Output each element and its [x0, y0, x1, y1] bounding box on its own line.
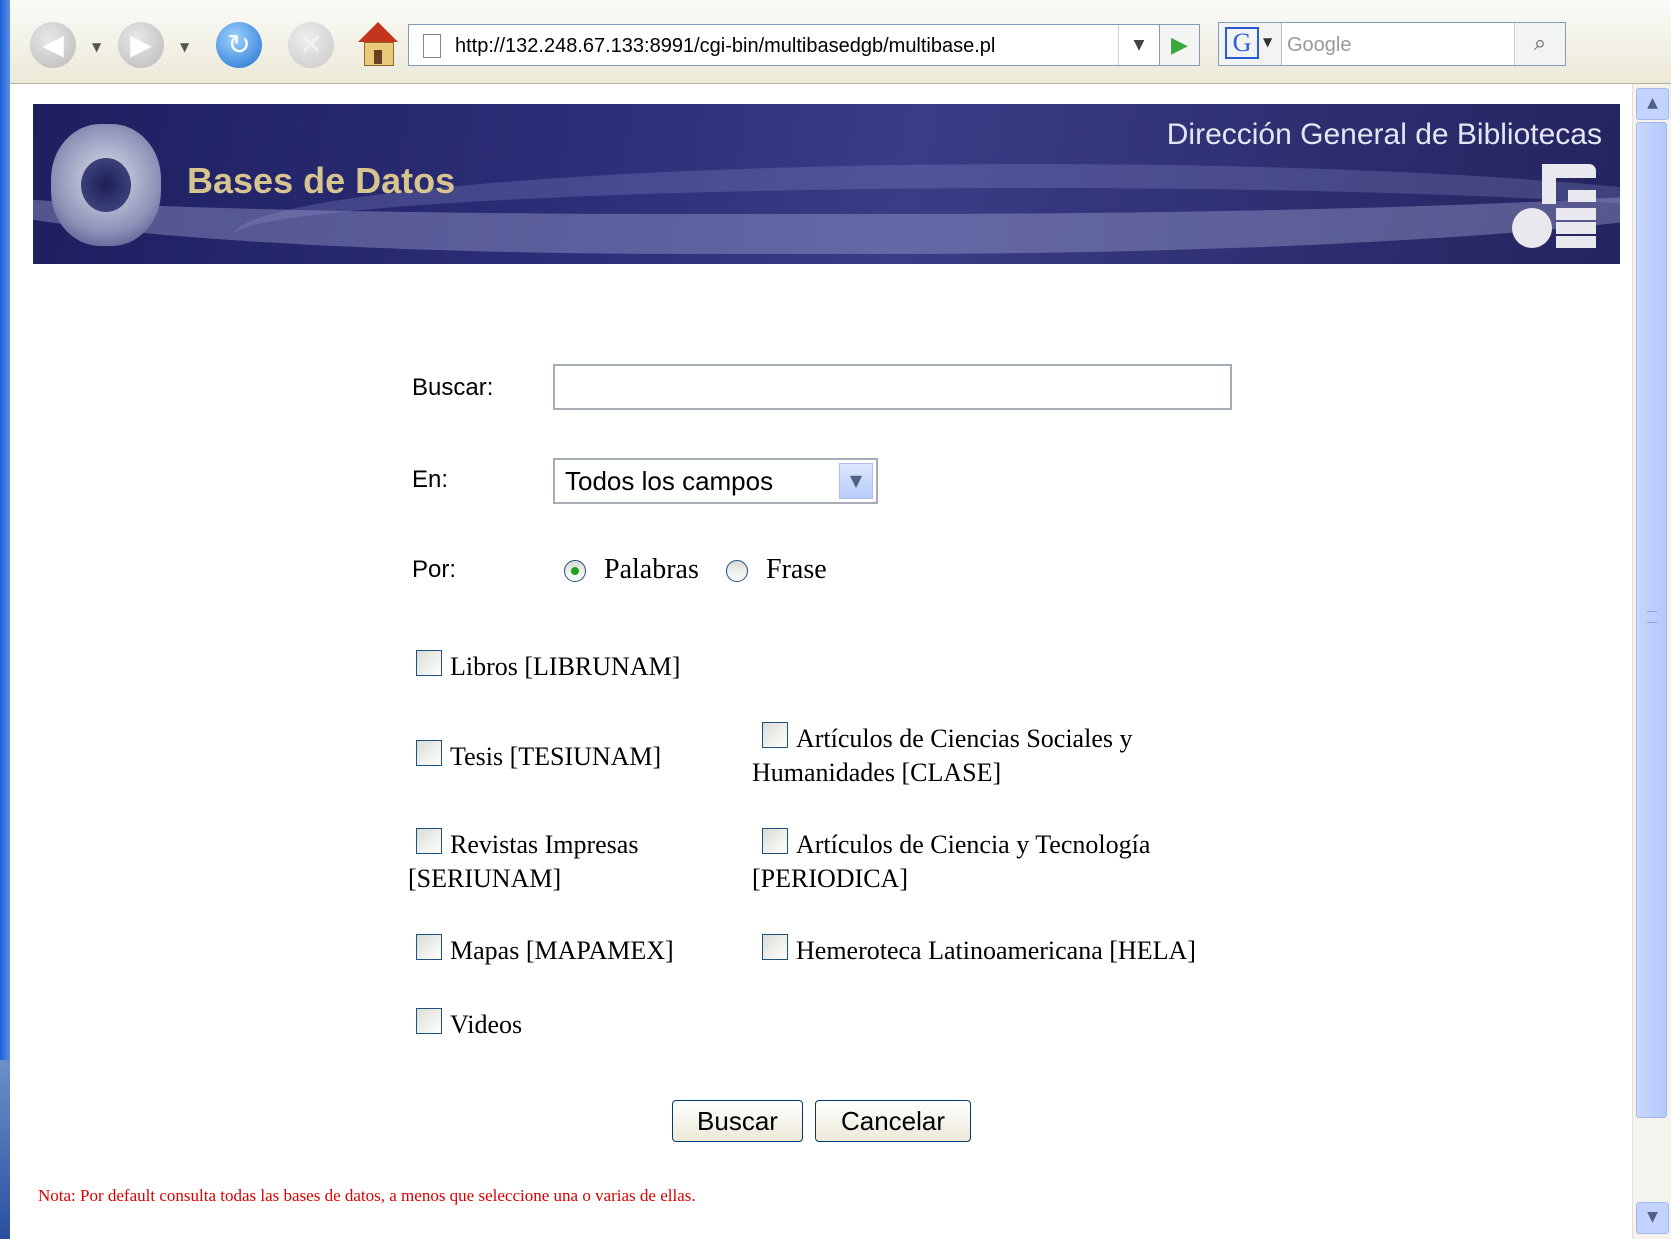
en-label: En:: [412, 466, 449, 493]
banner-org-name: Dirección General de Bibliotecas: [1166, 118, 1602, 151]
scroll-thumb[interactable]: [1636, 122, 1667, 1118]
checkbox-seriunam-label[interactable]: Revistas Impresas: [450, 830, 638, 860]
radio-frase[interactable]: [726, 560, 748, 582]
checkbox-clase-label[interactable]: Artículos de Ciencias Sociales y: [796, 724, 1132, 754]
search-engine-button[interactable]: G ▼: [1219, 23, 1282, 65]
checkbox-seriunam-label-line2[interactable]: [SERIUNAM]: [408, 864, 561, 894]
reload-glyph: ↻: [227, 28, 251, 61]
footnote: Nota: Por default consulta todas las bas…: [38, 1186, 696, 1205]
back-arrow-glyph: ◀: [42, 28, 64, 61]
google-icon: G: [1225, 27, 1259, 59]
dgb-logo: [1512, 164, 1602, 248]
unam-seal-logo: [51, 124, 161, 246]
checkbox-seriunam[interactable]: [416, 828, 442, 854]
checkbox-mapamex-label[interactable]: Mapas [MAPAMEX]: [450, 936, 674, 966]
scroll-up-button[interactable]: ▲: [1636, 88, 1669, 120]
radio-palabras[interactable]: [564, 560, 586, 582]
page-icon: [423, 34, 441, 58]
address-dropdown-icon[interactable]: ▼: [1118, 25, 1159, 65]
checkbox-mapamex[interactable]: [416, 934, 442, 960]
home-door: [374, 50, 382, 64]
radio-palabras-label[interactable]: Palabras: [604, 554, 699, 586]
forward-arrow-glyph: ▶: [130, 28, 152, 61]
google-search-placeholder[interactable]: Google: [1287, 34, 1352, 57]
checkbox-hela[interactable]: [762, 934, 788, 960]
banner-title: Bases de Datos: [187, 160, 456, 201]
forward-dropdown-icon[interactable]: ▼: [180, 40, 189, 54]
back-icon[interactable]: ◀: [30, 22, 76, 68]
reload-icon[interactable]: ↻: [216, 22, 262, 68]
stop-glyph: ✕: [299, 28, 323, 61]
home-icon[interactable]: [356, 22, 400, 66]
checkbox-videos-label[interactable]: Videos: [450, 1010, 522, 1040]
checkbox-clase[interactable]: [762, 722, 788, 748]
search-icon[interactable]: ⌕: [1514, 23, 1565, 65]
browser-toolbar: ◀ ▼ ▶ ▼ ↻ ✕ http://132.248.67.133:8991/c…: [10, 0, 1671, 84]
radio-selected-dot: [571, 567, 579, 575]
radio-frase-label[interactable]: Frase: [766, 554, 827, 586]
checkbox-periodica[interactable]: [762, 828, 788, 854]
checkbox-hela-label[interactable]: Hemeroteca Latinoamericana [HELA]: [796, 936, 1196, 966]
address-url[interactable]: http://132.248.67.133:8991/cgi-bin/multi…: [455, 35, 995, 58]
buscar-label: Buscar:: [412, 374, 494, 401]
desktop-edge-patch: [0, 1060, 10, 1239]
checkbox-librunam-label[interactable]: Libros [LIBRUNAM]: [450, 652, 680, 682]
search-input[interactable]: [553, 364, 1232, 410]
cancel-button[interactable]: Cancelar: [815, 1100, 971, 1142]
address-bar[interactable]: http://132.248.67.133:8991/cgi-bin/multi…: [408, 24, 1160, 66]
chevron-down-icon[interactable]: ▼: [839, 463, 873, 499]
header-banner: Bases de Datos Dirección General de Bibl…: [33, 104, 1620, 264]
back-dropdown-icon[interactable]: ▼: [92, 40, 101, 54]
checkbox-clase-label-line2[interactable]: Humanidades [CLASE]: [752, 758, 1001, 788]
checkbox-periodica-label[interactable]: Artículos de Ciencia y Tecnología: [796, 830, 1150, 860]
home-roof: [358, 22, 398, 42]
desktop-edge: [0, 0, 10, 1239]
field-select-value: Todos los campos: [565, 466, 774, 496]
checkbox-librunam[interactable]: [416, 650, 442, 676]
forward-icon[interactable]: ▶: [118, 22, 164, 68]
scroll-grip: [1647, 611, 1657, 623]
submit-button[interactable]: Buscar: [672, 1100, 803, 1142]
go-icon[interactable]: ▶: [1160, 24, 1200, 66]
checkbox-videos[interactable]: [416, 1008, 442, 1034]
stop-icon[interactable]: ✕: [288, 22, 334, 68]
field-select[interactable]: Todos los campos ▼: [553, 458, 878, 504]
checkbox-tesiunam[interactable]: [416, 740, 442, 766]
engine-dropdown-icon: ▼: [1263, 35, 1273, 49]
scroll-down-button[interactable]: ▼: [1636, 1202, 1669, 1234]
checkbox-periodica-label-line2[interactable]: [PERIODICA]: [752, 864, 908, 894]
seal-center: [81, 158, 131, 212]
por-label: Por:: [412, 556, 457, 583]
checkbox-tesiunam-label[interactable]: Tesis [TESIUNAM]: [450, 742, 661, 772]
vertical-scrollbar[interactable]: ▲ ▼: [1632, 84, 1671, 1239]
google-search-box[interactable]: G ▼ Google ⌕: [1218, 22, 1566, 66]
